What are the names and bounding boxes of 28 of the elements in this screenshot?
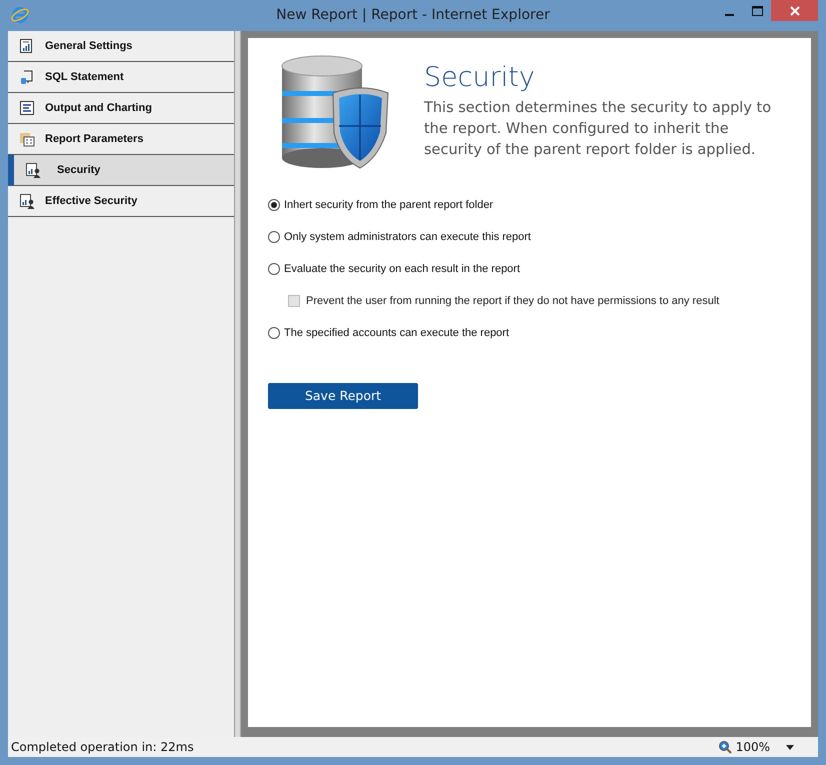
- zoom-icon: [718, 740, 732, 754]
- radio-label[interactable]: Only system administrators can execute this report: [284, 228, 531, 246]
- save-report-button[interactable]: Save Report: [268, 383, 418, 409]
- radio-label[interactable]: The specified accounts can execute the report: [284, 324, 510, 342]
- document-lines-icon: [19, 100, 35, 116]
- radio-label[interactable]: Evaluate the security on each result in the report: [284, 260, 520, 278]
- radio-button[interactable]: [268, 199, 280, 211]
- close-button[interactable]: [771, 0, 818, 21]
- radio-button[interactable]: [268, 263, 280, 275]
- close-icon: [790, 6, 800, 16]
- folder-form-icon: [19, 131, 35, 147]
- report-user-icon: [19, 193, 35, 209]
- report-chart-icon: [19, 38, 35, 54]
- section-description: This section determines the security to apply to the report. When configured to inherit the security of the parent report folder is applied.: [424, 99, 772, 160]
- section-title: Security: [424, 62, 536, 94]
- report-user-icon: [25, 162, 41, 178]
- radio-button[interactable]: [268, 231, 280, 243]
- radio-label[interactable]: Inhert security from the parent report folder: [284, 196, 494, 214]
- status-text: Completed operation in: 22ms: [11, 739, 194, 756]
- maximize-icon: [752, 6, 762, 16]
- sidebar-item[interactable]: Security: [8, 155, 234, 186]
- dropdown-caret-icon[interactable]: [786, 744, 794, 750]
- splitter-handle[interactable]: [235, 31, 241, 737]
- zoom-level[interactable]: 100%: [736, 738, 770, 756]
- minimize-icon: [724, 14, 734, 16]
- radio-button[interactable]: [268, 327, 280, 339]
- browser-logo-icon: [10, 5, 30, 25]
- window-title: New Report | Report - Internet Explorer: [276, 6, 550, 25]
